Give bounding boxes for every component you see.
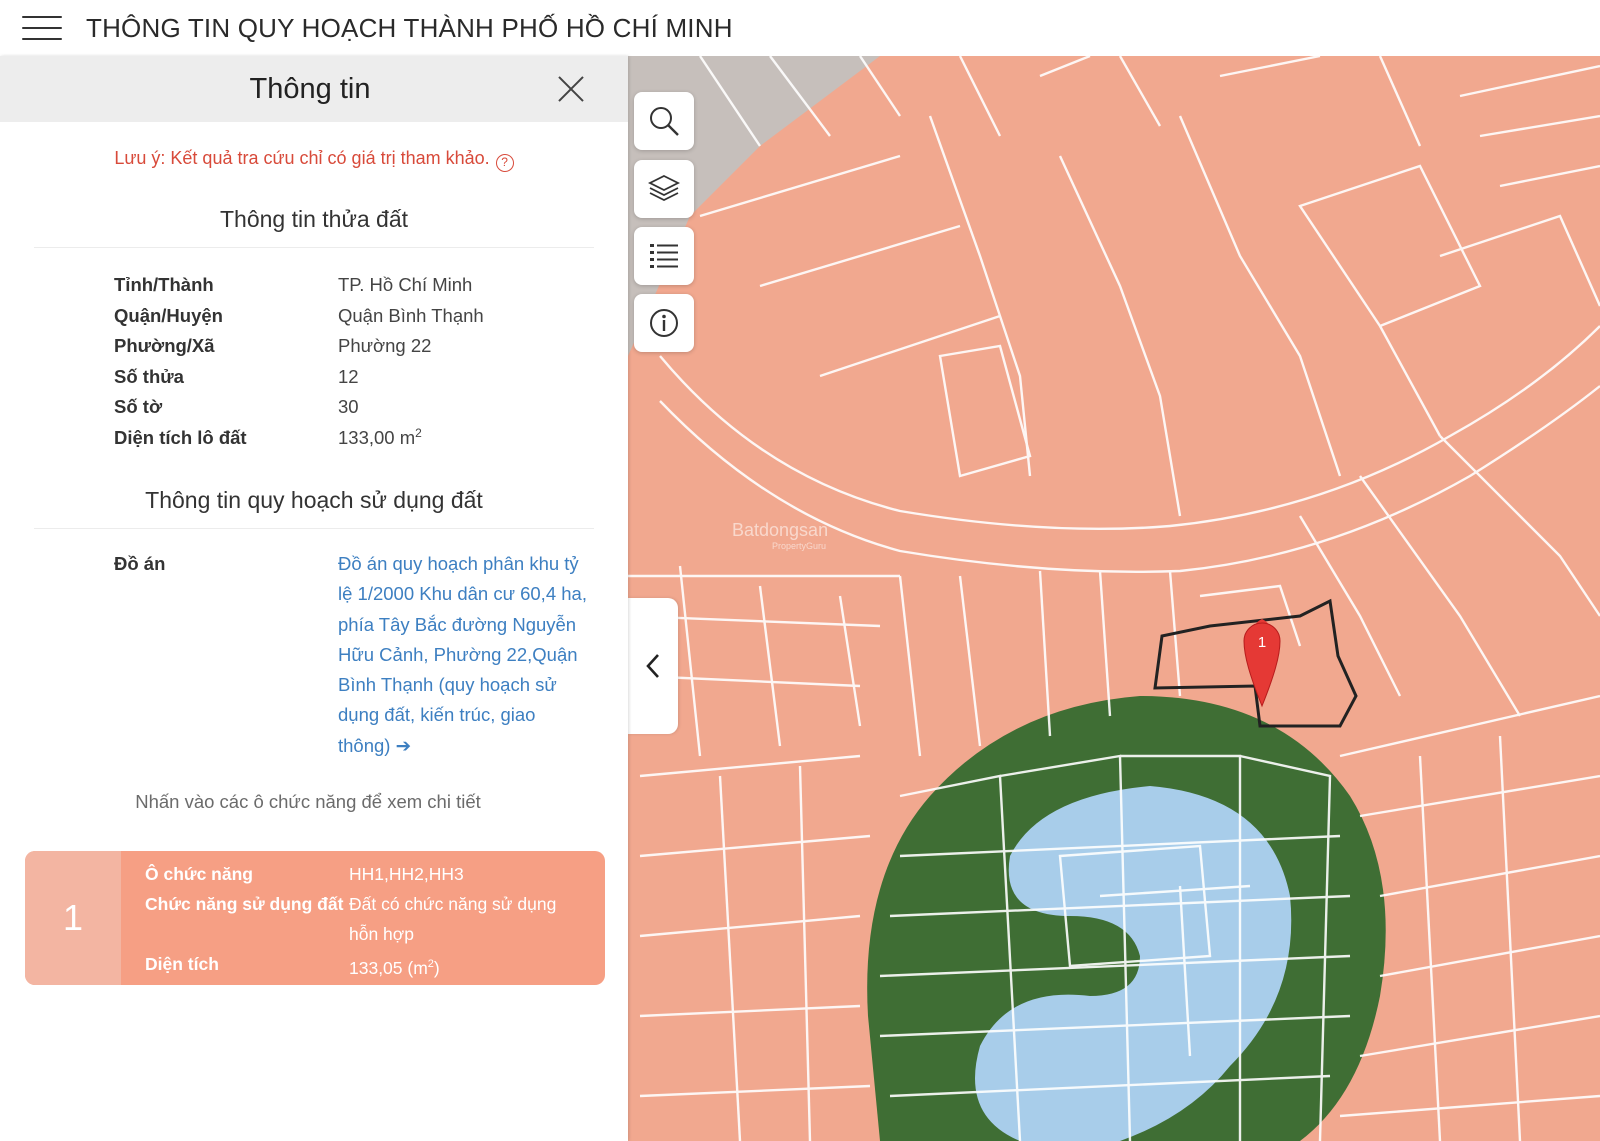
plan-label: Đồ án [114, 553, 166, 574]
search-icon [650, 107, 679, 136]
area-unit-exponent: 2 [415, 426, 422, 441]
info-label: Diện tích lô đất [114, 426, 247, 448]
help-icon[interactable]: ? [495, 154, 514, 172]
function-hint: Nhấn vào các ô chức năng để xem chi tiết [135, 791, 481, 813]
info-row-province: Tỉnh/Thành TP. Hồ Chí Minh [114, 270, 628, 301]
function-cell-row: Ô chức năng HH1,HH2,HH3 [145, 859, 589, 889]
info-value: Phường 22 [338, 335, 432, 357]
info-value: 30 [338, 396, 359, 418]
function-cell-row: Diện tích 133,05 (m2) [145, 949, 589, 983]
list-icon [650, 244, 678, 268]
watermark-text: Batdongsan [732, 520, 829, 540]
info-row-district: Quận/Huyện Quận Bình Thạnh [114, 301, 628, 332]
info-value: 12 [338, 365, 359, 387]
section-divider [34, 247, 594, 248]
plan-link[interactable]: Đồ án quy hoạch phân khu tỷ lệ 1/2000 Kh… [338, 549, 590, 761]
info-row-ward: Phường/Xã Phường 22 [114, 331, 628, 362]
disclaimer-note: Lưu ý: Kết quả tra cứu chỉ có giá trị th… [0, 148, 628, 172]
panel-toggle-button[interactable] [628, 598, 678, 734]
panel-header: Thông tin [0, 56, 628, 122]
arrow-right-icon[interactable]: ➔ [396, 735, 412, 756]
parcel-info-table: Tỉnh/Thành TP. Hồ Chí Minh Quận/Huyện Qu… [114, 270, 628, 453]
plan-link-text[interactable]: Đồ án quy hoạch phân khu tỷ lệ 1/2000 Kh… [338, 553, 587, 756]
function-key: Ô chức năng [145, 864, 253, 884]
info-label: Tỉnh/Thành [114, 274, 214, 296]
map-layers-button[interactable] [634, 160, 694, 218]
function-area-value: 133,05 (m [349, 957, 428, 978]
function-value: HH1,HH2,HH3 [349, 864, 464, 884]
app-header: THÔNG TIN QUY HOẠCH THÀNH PHỐ HỒ CHÍ MIN… [0, 0, 1600, 56]
app-root: 1 Batdongsan PropertyGuru THÔNG TIN QUY … [0, 0, 1600, 1141]
disclaimer-text: Lưu ý: Kết quả tra cứu chỉ có giá trị th… [114, 148, 490, 168]
plan-row: Đồ án Đồ án quy hoạch phân khu tỷ lệ 1/2… [114, 549, 628, 761]
watermark-subtext: PropertyGuru [772, 541, 827, 551]
info-value: 133,00 m2 [338, 426, 422, 449]
chevron-left-icon [646, 654, 659, 678]
map-legend-button[interactable] [634, 227, 694, 285]
marker-label: 1 [1258, 634, 1266, 651]
planning-section-title: Thông tin quy hoạch sử dụng đất [145, 487, 483, 513]
layers-icon [647, 174, 681, 202]
hamburger-menu-icon[interactable] [20, 12, 64, 44]
info-icon [650, 309, 678, 337]
function-key: Chức năng sử dụng đất [145, 894, 344, 914]
section-divider [34, 528, 594, 529]
function-value: Đất có chức năng sử dụng hỗn hợp [349, 894, 557, 944]
info-label: Số tờ [114, 396, 163, 418]
info-row-sheet-number: Số tờ 30 [114, 392, 628, 423]
panel-title: Thông tin [249, 72, 371, 105]
info-value: Quận Bình Thạnh [338, 304, 484, 326]
info-row-parcel-number: Số thửa 12 [114, 362, 628, 393]
function-cell-row: Chức năng sử dụng đất Đất có chức năng s… [145, 889, 589, 949]
function-cell-card[interactable]: 1 Ô chức năng HH1,HH2,HH3 Chức năng sử d… [25, 851, 605, 985]
info-label: Phường/Xã [114, 335, 215, 357]
map-info-button[interactable] [634, 294, 694, 352]
function-value: 133,05 (m2) [349, 949, 589, 983]
close-icon[interactable] [554, 72, 588, 106]
app-title: THÔNG TIN QUY HOẠCH THÀNH PHỐ HỒ CHÍ MIN… [86, 12, 733, 43]
function-cell-number: 1 [25, 851, 121, 985]
function-cell-details: Ô chức năng HH1,HH2,HH3 Chức năng sử dụn… [121, 851, 589, 985]
function-key: Diện tích [145, 954, 219, 974]
area-value: 133,00 m [338, 427, 416, 449]
map-watermark: Batdongsan PropertyGuru [732, 520, 828, 551]
info-label: Quận/Huyện [114, 304, 223, 326]
info-value: TP. Hồ Chí Minh [338, 274, 473, 296]
function-area-close: ) [433, 957, 440, 978]
parcel-section-title: Thông tin thửa đất [219, 206, 409, 232]
info-label: Số thửa [114, 365, 184, 387]
map-search-button[interactable] [634, 92, 694, 150]
info-row-area: Diện tích lô đất 133,00 m2 [114, 423, 628, 454]
